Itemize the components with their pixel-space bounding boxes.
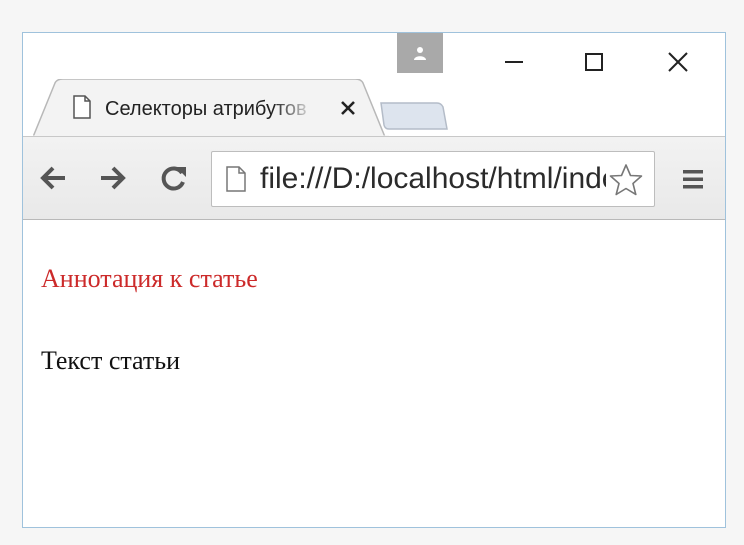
back-arrow-icon: [40, 166, 65, 190]
close-icon: [668, 52, 688, 72]
menu-button[interactable]: [673, 159, 713, 199]
minimize-icon: [505, 61, 523, 63]
forward-arrow-icon: [101, 166, 126, 190]
article-text: Текст статьи: [41, 346, 181, 375]
address-url[interactable]: file:///D:/localhost/html/index.html: [260, 152, 606, 206]
back-button[interactable]: [37, 161, 71, 195]
address-bar[interactable]: file:///D:/localhost/html/index.html: [211, 151, 655, 207]
tab-title: Селекторы атрибутов: [105, 98, 307, 120]
page-content: Аннотация к статье Текст статьи: [23, 220, 725, 527]
reload-button[interactable]: [157, 161, 191, 195]
maximize-icon: [585, 53, 603, 71]
new-tab-button[interactable]: [379, 101, 449, 131]
forward-button[interactable]: [95, 161, 129, 195]
page-icon: [73, 95, 91, 119]
browser-toolbar: file:///D:/localhost/html/index.html: [23, 136, 725, 220]
profile-button[interactable]: [397, 33, 443, 73]
close-icon: [341, 101, 355, 115]
minimize-button[interactable]: [485, 43, 543, 81]
menu-icon: [683, 170, 703, 189]
reload-icon: [161, 166, 186, 191]
maximize-button[interactable]: [565, 43, 623, 81]
tab-active[interactable]: Селекторы атрибутов: [33, 79, 389, 137]
title-bar: Селекторы атрибутов: [23, 33, 725, 137]
window-close-button[interactable]: [649, 43, 707, 81]
star-icon[interactable]: [608, 162, 644, 198]
tab-close-button[interactable]: [333, 93, 363, 123]
browser-window: Селекторы атрибутов file:///D:/localhost…: [22, 32, 726, 528]
screenshot-canvas: Селекторы атрибутов file:///D:/localhost…: [0, 0, 744, 545]
profile-icon: [414, 47, 426, 60]
article-annotation: Аннотация к статье: [41, 264, 258, 293]
page-icon: [226, 166, 246, 192]
